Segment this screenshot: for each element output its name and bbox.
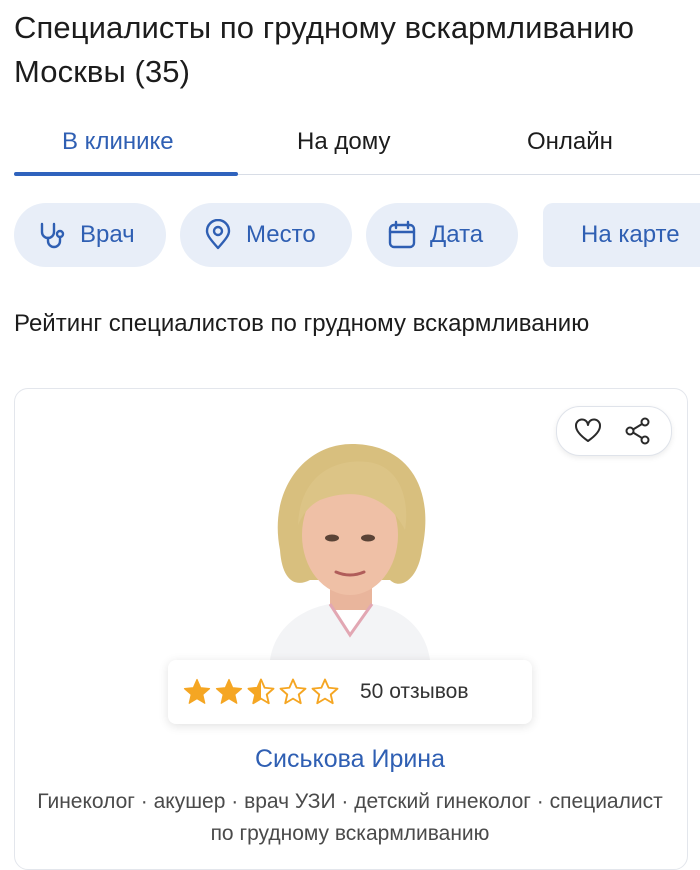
filter-place-button[interactable]: Место: [180, 203, 352, 267]
tab-at-home[interactable]: На дому: [297, 128, 390, 156]
share-icon[interactable]: [623, 416, 653, 446]
map-pin-icon: [202, 219, 234, 251]
map-view-label: На карте: [581, 221, 680, 248]
tab-online[interactable]: Онлайн: [527, 128, 613, 156]
star-full-icon: [182, 677, 212, 707]
card-actions: [556, 406, 672, 456]
tabs: В клинике На дому Онлайн: [14, 118, 700, 176]
rating-box[interactable]: 50 отзывов: [168, 660, 532, 724]
filter-date-label: Дата: [430, 221, 484, 248]
filter-date-button[interactable]: Дата: [366, 203, 518, 267]
rating-stars: [182, 677, 340, 707]
filter-doctor-button[interactable]: Врач: [14, 203, 166, 267]
doctor-name[interactable]: Сиськова Ирина: [0, 745, 700, 774]
star-half-icon: [246, 677, 276, 707]
filter-place-label: Место: [246, 221, 316, 248]
reviews-count[interactable]: 50 отзывов: [360, 680, 469, 704]
section-title: Рейтинг специалистов по грудному вскармл…: [14, 310, 590, 337]
star-empty-icon: [278, 677, 308, 707]
stethoscope-icon: [36, 219, 68, 251]
filter-doctor-label: Врач: [80, 221, 135, 248]
doctor-specialties: Гинеколог · акушер · врач УЗИ · детский …: [37, 790, 663, 845]
calendar-icon: [386, 219, 418, 251]
heart-icon[interactable]: [573, 416, 603, 446]
active-tab-indicator: [14, 172, 238, 176]
page-title: Специалисты по грудному вскармливанию Мо…: [14, 10, 635, 89]
tab-in-clinic[interactable]: В клинике: [62, 128, 174, 156]
star-empty-icon: [310, 677, 340, 707]
star-full-icon: [214, 677, 244, 707]
doctor-photo[interactable]: [250, 430, 450, 660]
map-view-button[interactable]: На карте: [543, 203, 700, 267]
